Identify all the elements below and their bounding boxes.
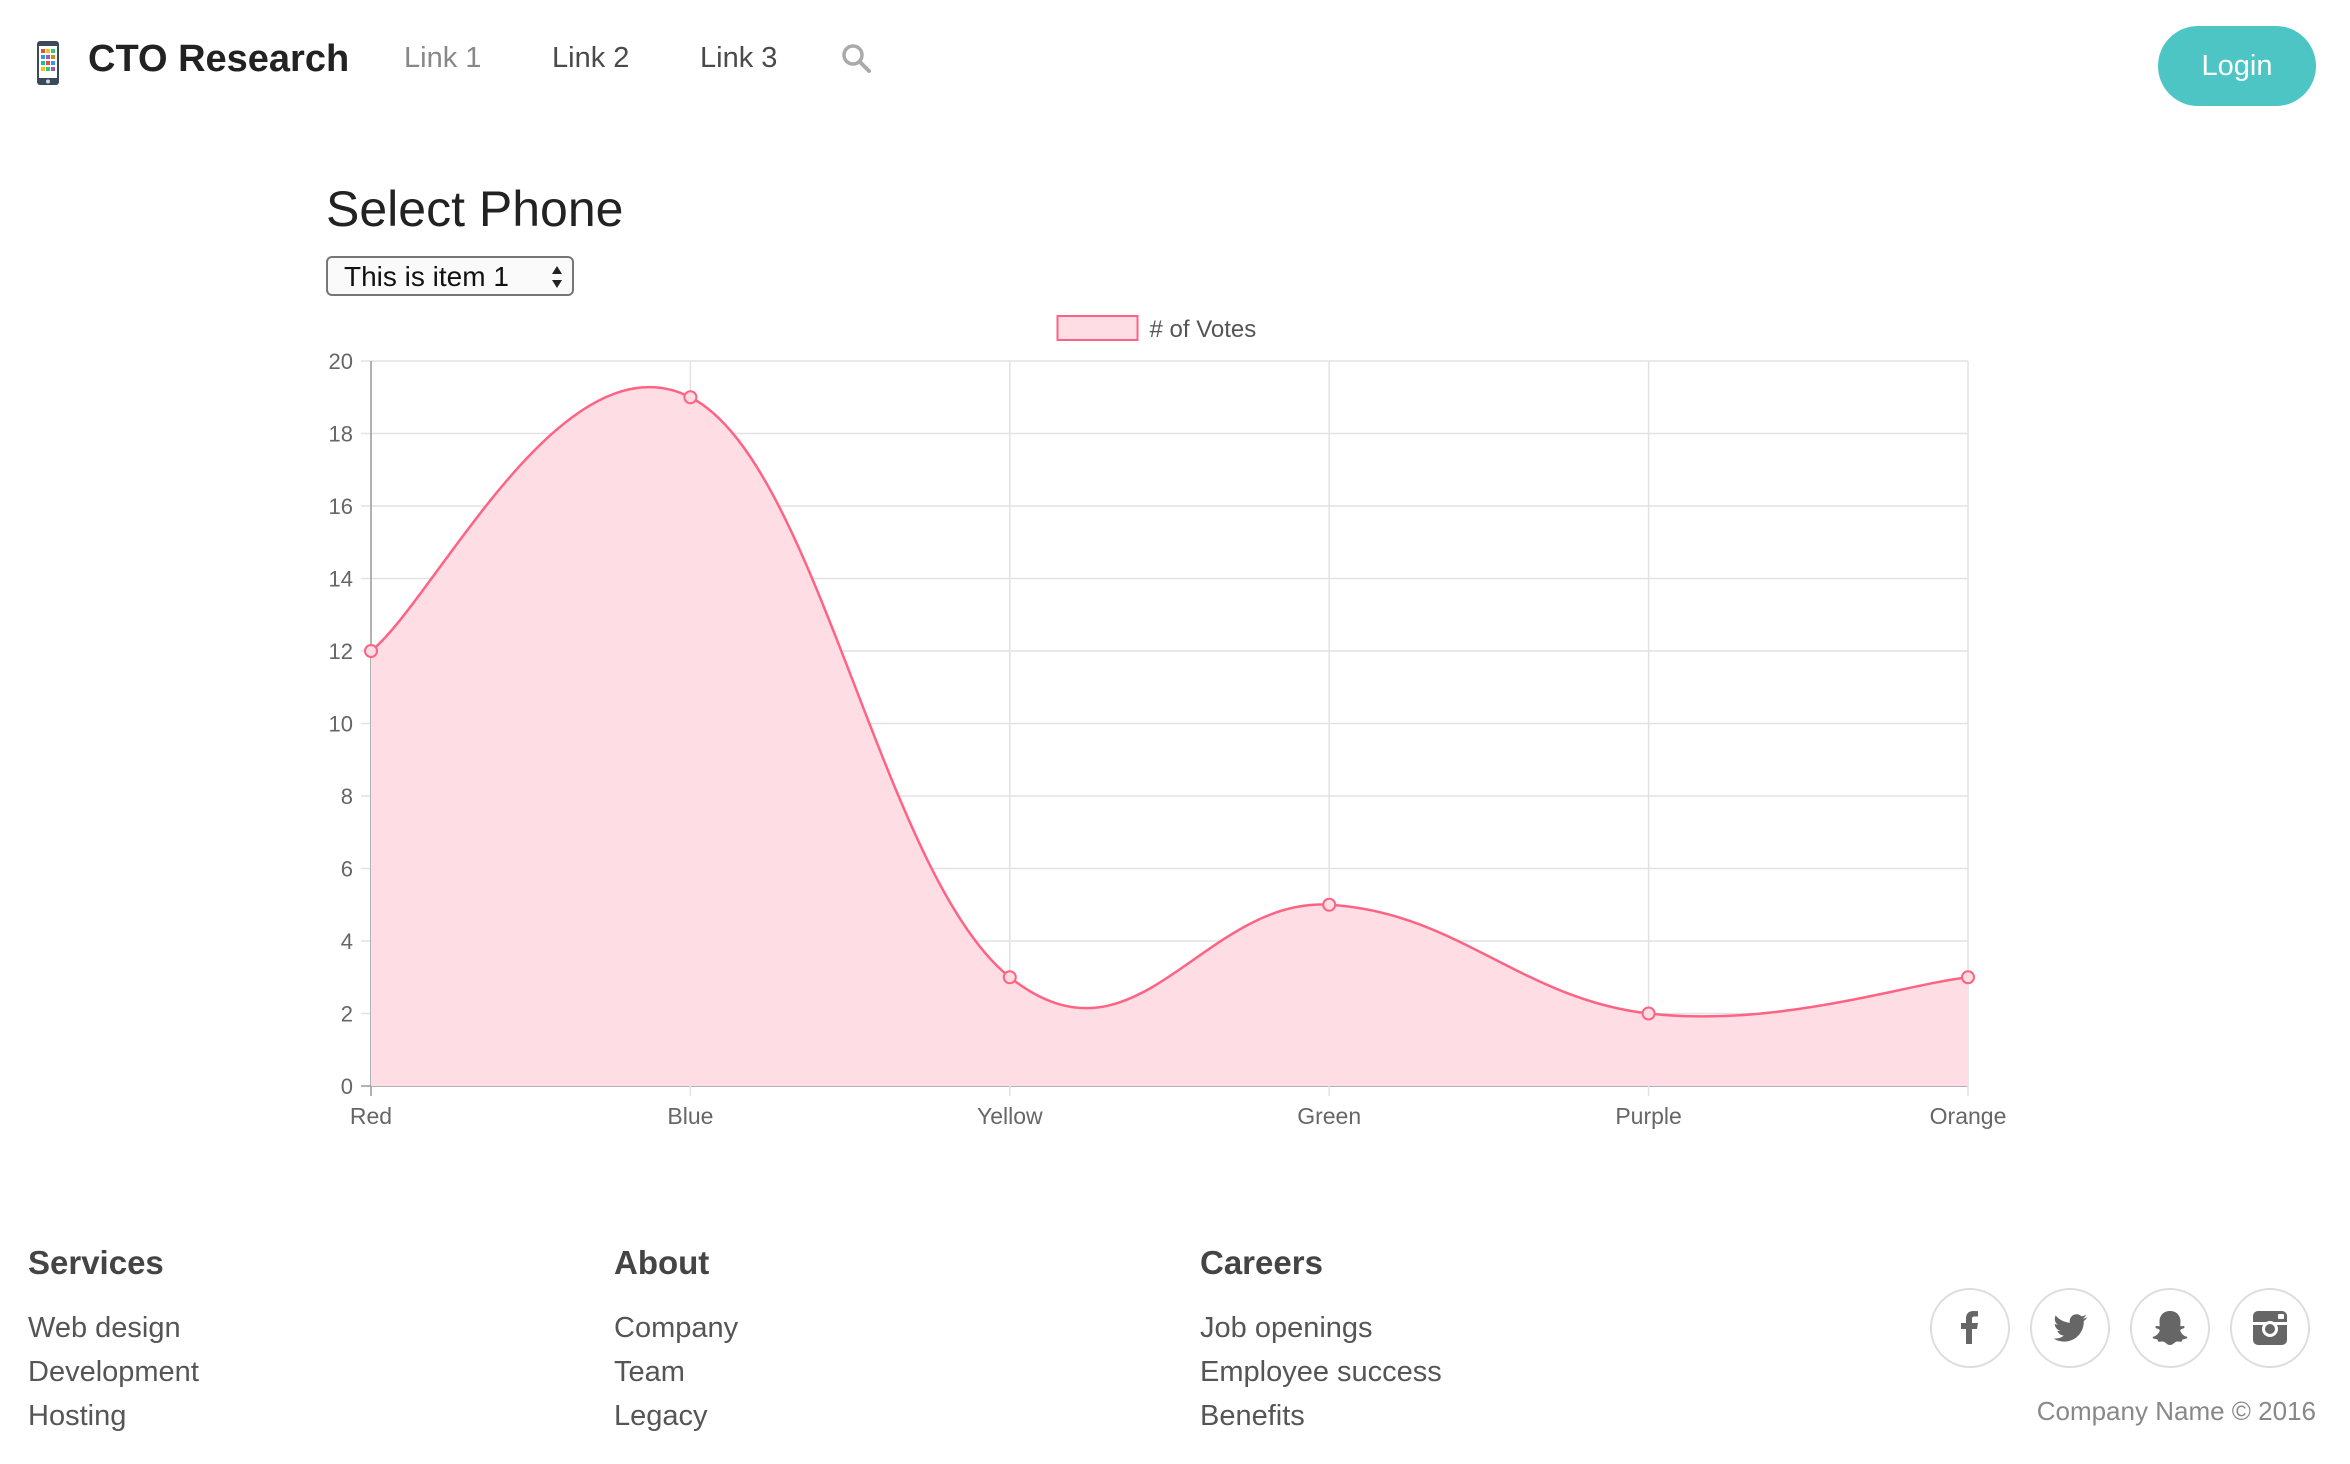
footer-col-careers: Careers Job openings Employee success Be… [1200, 1244, 1442, 1444]
y-tick-label: 20 [329, 349, 353, 374]
footer-link-hosting[interactable]: Hosting [28, 1400, 199, 1444]
x-tick-label: Purple [1615, 1103, 1681, 1129]
nav-link-3[interactable]: Link 3 [700, 42, 777, 75]
data-point [1961, 970, 1975, 985]
footer-link-development[interactable]: Development [28, 1356, 199, 1400]
data-point [1322, 897, 1337, 912]
brand-name[interactable]: CTO Research [88, 38, 349, 81]
y-tick-label: 16 [329, 494, 353, 519]
footer-link-web-design[interactable]: Web design [28, 1312, 199, 1356]
nav-link-1[interactable]: Link 1 [404, 42, 481, 75]
y-tick-label: 12 [329, 639, 353, 664]
data-point [1002, 970, 1017, 985]
facebook-icon [1961, 1311, 1978, 1344]
login-button[interactable]: Login [2158, 26, 2316, 106]
instagram-button[interactable] [2230, 1288, 2310, 1368]
legend-swatch [1056, 315, 1139, 341]
chart-canvas: 0 2 4 6 8 10 12 14 16 18 20 Red Blue Yellow Green Purpl… [329, 315, 2007, 1129]
phone-select[interactable]: This is item 1 [326, 256, 574, 296]
facebook-button[interactable] [1930, 1288, 2010, 1368]
footer-heading: Careers [1200, 1244, 1323, 1281]
x-tick-label: Orange [1930, 1103, 2007, 1129]
y-tick-label: 14 [329, 567, 353, 592]
snapchat-icon [2152, 1311, 2188, 1345]
footer-link-team[interactable]: Team [614, 1356, 738, 1400]
nav-link-2[interactable]: Link 2 [552, 42, 629, 75]
data-point [1641, 1006, 1656, 1021]
x-tick-label: Red [350, 1103, 392, 1129]
twitter-button[interactable] [2030, 1288, 2110, 1368]
footer-link-benefits[interactable]: Benefits [1200, 1400, 1442, 1444]
chart-legend: # of Votes [1056, 315, 1257, 343]
y-tick-label: 0 [341, 1074, 353, 1099]
phone-select-value: This is item 1 [344, 261, 509, 292]
footer-link-company[interactable]: Company [614, 1312, 738, 1356]
phone-logo-icon [37, 41, 59, 85]
copyright-text: Company Name © 2016 [2036, 1396, 2316, 1426]
y-tick-label: 4 [341, 929, 353, 954]
footer-col-about: About Company Team Legacy [614, 1244, 738, 1444]
instagram-icon [2253, 1311, 2287, 1345]
twitter-icon [2053, 1314, 2088, 1342]
x-tick-label: Yellow [977, 1103, 1043, 1129]
y-tick-label: 2 [341, 1002, 353, 1027]
data-point [364, 644, 378, 658]
snapchat-button[interactable] [2130, 1288, 2210, 1368]
legend-label: # of Votes [1150, 316, 1257, 343]
select-arrows-icon [552, 266, 562, 288]
x-tick-label: Green [1297, 1103, 1361, 1129]
x-tick-label: Blue [667, 1103, 713, 1129]
footer-col-services: Services Web design Development Hosting [28, 1244, 199, 1444]
search-icon[interactable] [840, 42, 874, 76]
page-title: Select Phone [326, 181, 624, 237]
navbar: CTO Research Link 1 Link 2 Link 3 Login [0, 0, 2350, 130]
footer-link-legacy[interactable]: Legacy [614, 1400, 738, 1444]
y-tick-label: 10 [329, 712, 353, 737]
y-tick-label: 18 [329, 422, 353, 447]
footer-link-employee-success[interactable]: Employee success [1200, 1356, 1442, 1400]
footer-heading: About [614, 1244, 710, 1281]
data-point [683, 390, 698, 405]
votes-chart: 0 2 4 6 8 10 12 14 16 18 20 Red Blue Yellow Green Purpl… [300, 300, 2040, 1150]
y-tick-label: 8 [341, 784, 353, 809]
votes-area-fill [371, 387, 1968, 1086]
footer-heading: Services [28, 1244, 164, 1281]
chart-area-layer [370, 386, 1969, 1086]
y-tick-label: 6 [341, 857, 353, 882]
footer-link-job-openings[interactable]: Job openings [1200, 1312, 1442, 1356]
page: CTO Research Link 1 Link 2 Link 3 Login … [0, 0, 2350, 1464]
